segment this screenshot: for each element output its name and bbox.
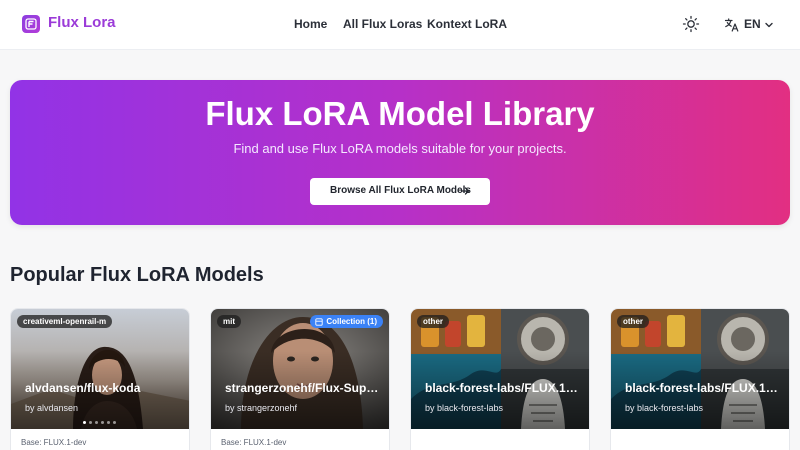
carousel-dot[interactable] <box>89 421 92 424</box>
carousel-dot[interactable] <box>101 421 104 424</box>
model-title[interactable]: strangerzonehf/Flux-Super-Portrait-LoRA <box>225 381 380 395</box>
sun-icon <box>682 15 700 33</box>
model-card[interactable]: other black-forest-labs/FLUX.1-Canny-dev… <box>410 308 590 450</box>
carousel-dot[interactable] <box>95 421 98 424</box>
nav-home[interactable]: Home <box>294 17 327 31</box>
model-author[interactable]: by black-forest-labs <box>625 403 703 413</box>
model-title[interactable]: alvdansen/flux-koda <box>25 381 180 395</box>
license-badge: other <box>617 315 649 328</box>
section-title: Popular Flux LoRA Models <box>10 264 264 286</box>
hero-banner: Flux LoRA Model Library Find and use Flu… <box>10 80 790 225</box>
model-card[interactable]: creativeml-openrail-m alvdansen/flux-kod… <box>10 308 190 450</box>
nav-kontext-lora[interactable]: Kontext LoRA <box>427 17 507 31</box>
browse-all-models-button[interactable]: Browse All Flux LoRA Models <box>310 178 490 205</box>
theme-toggle-button[interactable] <box>682 15 700 33</box>
model-base: Base: FLUX.1-dev <box>21 438 87 447</box>
model-title[interactable]: black-forest-labs/FLUX.1-Depth-dev-lora <box>625 381 780 395</box>
license-badge: other <box>417 315 449 328</box>
model-card[interactable]: mit Collection (1) strangerzonehf/Flux-S… <box>210 308 390 450</box>
language-label: EN <box>744 17 761 31</box>
language-selector[interactable]: EN <box>724 15 780 35</box>
hero-subtitle: Find and use Flux LoRA models suitable f… <box>233 141 567 156</box>
model-author[interactable]: by strangerzonehf <box>225 403 297 413</box>
carousel-dot[interactable] <box>107 421 110 424</box>
translate-icon <box>724 18 739 32</box>
chevron-down-icon <box>765 22 773 28</box>
carousel-dot[interactable] <box>113 421 116 424</box>
hero-title: Flux LoRA Model Library <box>205 95 595 132</box>
collection-badge[interactable]: Collection (1) <box>310 315 383 328</box>
model-title[interactable]: black-forest-labs/FLUX.1-Canny-dev-lora <box>425 381 580 395</box>
browse-button-label: Browse All Flux LoRA Models <box>330 185 471 196</box>
nav-all-flux-loras[interactable]: All Flux Loras <box>343 17 422 31</box>
brand-name[interactable]: Flux Lora <box>48 14 116 31</box>
collection-label: Collection (1) <box>326 317 377 326</box>
top-header: Flux Lora Home All Flux Loras Kontext Lo… <box>0 0 800 50</box>
license-badge: mit <box>217 315 241 328</box>
collection-icon <box>315 318 323 326</box>
carousel-dot[interactable] <box>83 421 86 424</box>
logo-icon[interactable] <box>22 15 40 33</box>
arrow-right-icon <box>460 187 470 195</box>
model-card[interactable]: other black-forest-labs/FLUX.1-Depth-dev… <box>610 308 790 450</box>
model-author[interactable]: by alvdansen <box>25 403 78 413</box>
model-author[interactable]: by black-forest-labs <box>425 403 503 413</box>
model-base: Base: FLUX.1-dev <box>221 438 287 447</box>
license-badge: creativeml-openrail-m <box>17 315 113 328</box>
